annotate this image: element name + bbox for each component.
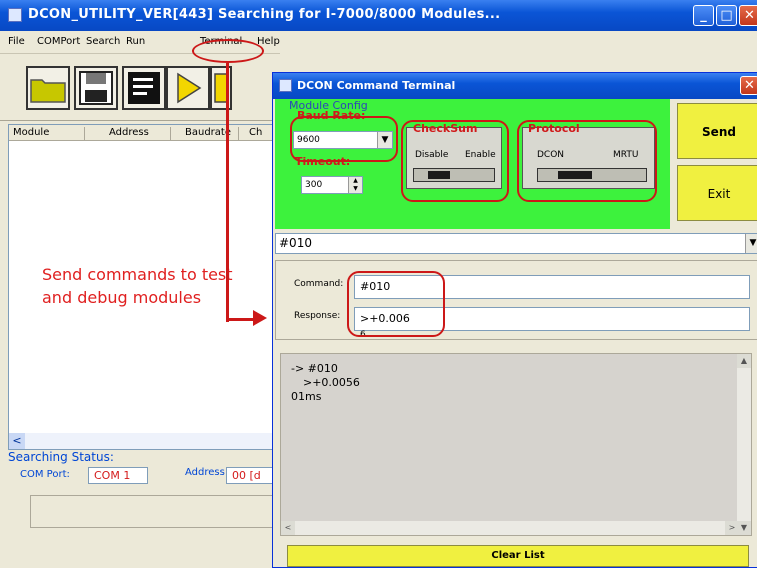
- clear-list-button[interactable]: Clear List: [287, 545, 749, 567]
- baud-rate-highlight: [290, 116, 398, 162]
- terminal-title: DCON Command Terminal: [297, 79, 456, 92]
- send-button[interactable]: Send: [677, 103, 757, 159]
- scroll-right-icon[interactable]: >: [725, 521, 739, 535]
- exit-button[interactable]: Exit: [677, 165, 757, 221]
- annotation-text: Send commands to test and debug modules: [42, 265, 233, 307]
- terminal-menu-highlight: [192, 39, 264, 63]
- main-titlebar[interactable]: DCON_UTILITY_VER[443] Searching for I-70…: [0, 0, 757, 31]
- command-history-combo[interactable]: #010 ▼: [275, 233, 757, 254]
- timeout-spinner[interactable]: ▲ ▼: [348, 177, 362, 193]
- status-title: Searching Status:: [8, 450, 114, 464]
- horizontal-scrollbar[interactable]: [25, 433, 281, 449]
- protocol-highlight: [517, 120, 657, 202]
- main-window-title: DCON_UTILITY_VER[443] Searching for I-70…: [28, 7, 501, 22]
- run-icon[interactable]: [166, 66, 210, 110]
- column-baudrate[interactable]: Baudrate: [185, 127, 239, 140]
- table-header: Module Address Baudrate Ch: [9, 125, 281, 141]
- response-label: Response:: [294, 311, 341, 321]
- response-log[interactable]: -> #010 >+0.0056 01ms ▲ ▼ < >: [280, 353, 752, 536]
- log-line: 01ms: [291, 390, 322, 403]
- chevron-down-icon[interactable]: ▼: [745, 234, 757, 253]
- scroll-left-icon[interactable]: <: [281, 521, 295, 535]
- log-vertical-scrollbar[interactable]: ▲ ▼: [737, 354, 751, 535]
- close-button[interactable]: ✕: [739, 5, 757, 26]
- scroll-up-icon[interactable]: ▲: [737, 354, 751, 368]
- folder-icon[interactable]: [26, 66, 70, 110]
- command-combo-value: #010: [279, 236, 312, 250]
- menu-comport[interactable]: COMPort: [37, 36, 80, 47]
- save-icon[interactable]: [74, 66, 118, 110]
- searching-status-panel: Searching Status: COM Port: COM 1 Addres…: [8, 450, 280, 568]
- column-module[interactable]: Module: [13, 127, 85, 140]
- command-label: Command:: [294, 279, 344, 289]
- annotation-arrow-head: [253, 310, 267, 326]
- log-line: -> #010: [291, 362, 338, 375]
- maximize-button[interactable]: □: [716, 5, 737, 26]
- address-label: Address:: [185, 467, 229, 478]
- com-port-value: COM 1: [88, 467, 148, 484]
- checksum-highlight: [401, 120, 509, 202]
- command-response-highlight: [347, 271, 445, 337]
- scroll-left-button[interactable]: <: [9, 433, 25, 449]
- app-icon: [8, 8, 22, 22]
- timeout-input[interactable]: 300 ▲ ▼: [301, 176, 363, 194]
- terminal-icon[interactable]: [122, 66, 166, 110]
- menu-run[interactable]: Run: [126, 36, 145, 47]
- terminal-dialog: DCON Command Terminal ✕ Module Config Ba…: [272, 72, 757, 568]
- log-horizontal-scrollbar[interactable]: < >: [281, 521, 739, 535]
- column-address[interactable]: Address: [109, 127, 171, 140]
- terminal-app-icon: [279, 79, 292, 92]
- menu-file[interactable]: File: [8, 36, 25, 47]
- annotation-arrow-line-horizontal: [226, 318, 256, 321]
- status-progress-bar: [30, 495, 280, 528]
- annotation-arrow-line: [226, 63, 229, 322]
- terminal-close-button[interactable]: ✕: [740, 76, 757, 95]
- timeout-value: 300: [305, 180, 323, 190]
- minimize-button[interactable]: _: [693, 5, 714, 26]
- log-line: >+0.0056: [303, 376, 360, 389]
- scroll-down-icon[interactable]: ▼: [737, 521, 751, 535]
- main-toolbar: [0, 55, 280, 121]
- com-port-label: COM Port:: [20, 469, 70, 480]
- menu-search[interactable]: Search: [86, 36, 120, 47]
- terminal-titlebar[interactable]: DCON Command Terminal ✕: [273, 73, 757, 99]
